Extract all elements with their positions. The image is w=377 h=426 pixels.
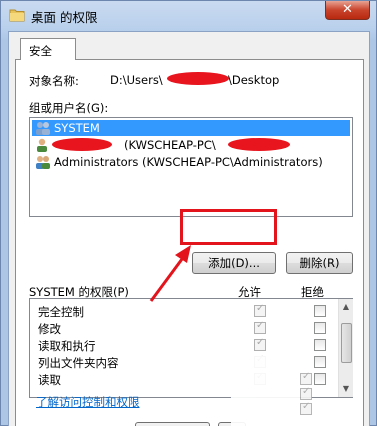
permission-row: 读取和执行 [30, 337, 336, 354]
add-button[interactable]: 添加(D)... [192, 252, 276, 274]
deny-checkbox[interactable] [314, 322, 326, 334]
deny-checkbox[interactable] [314, 305, 326, 317]
tab-security[interactable]: 安全 [20, 38, 76, 60]
permission-name: 读取和执行 [38, 339, 96, 353]
users-listbox[interactable]: SYSTEM (KWSCHEAP-PC\ Administrators (KWS… [29, 117, 353, 217]
allow-checkbox[interactable] [254, 320, 266, 334]
permissions-scrollbar[interactable]: ▲ ▼ [338, 299, 353, 397]
object-path-prefix: D:\Users\ [110, 73, 163, 87]
permissions-dialog: 桌面 的权限 ✕ 安全 对象名称: D:\Users\ \Desktop 组或用… [0, 0, 377, 426]
allow-checkbox [300, 401, 312, 415]
list-item-label: (KWSCHEAP-PC\ [124, 138, 216, 152]
deny-checkbox[interactable] [314, 339, 326, 351]
scrollbar-thumb[interactable] [341, 323, 352, 363]
user-group-icon [36, 156, 50, 169]
ok-button[interactable]: 确定 [135, 422, 210, 426]
user-icon [37, 138, 47, 152]
permission-name: 修改 [38, 322, 61, 336]
list-item-administrators[interactable]: Administrators (KWSCHEAP-PC\Administrato… [32, 154, 323, 170]
redaction-mark [52, 138, 112, 151]
allow-checkbox[interactable] [254, 337, 266, 351]
permission-name: 完全控制 [38, 305, 84, 319]
list-item-user[interactable]: (KWSCHEAP-PC\ [32, 137, 290, 153]
folder-icon [9, 9, 25, 22]
object-name-label: 对象名称: [29, 74, 79, 88]
object-path-suffix: \Desktop [228, 73, 280, 87]
groups-label: 组或用户名(G): [29, 101, 109, 115]
allow-checkbox [300, 371, 312, 385]
list-item-label: Administrators (KWSCHEAP-PC\Administrato… [54, 155, 323, 169]
annotation-arrow-icon [149, 245, 191, 302]
redaction-mark [167, 72, 229, 85]
redaction-mark [228, 138, 290, 151]
scroll-down-icon[interactable]: ▼ [341, 384, 351, 394]
allow-checkbox [300, 386, 312, 400]
allow-checkbox[interactable] [254, 303, 266, 317]
deny-checkbox[interactable] [314, 356, 326, 368]
list-item-system[interactable]: SYSTEM [32, 120, 350, 136]
scroll-up-icon[interactable]: ▲ [341, 302, 351, 312]
remove-button[interactable]: 删除(R) [286, 252, 353, 274]
window-title: 桌面 的权限 [31, 10, 98, 25]
permission-name: 列出文件夹内容 [38, 356, 119, 370]
permission-row: 修改 [30, 320, 336, 337]
learn-permissions-link[interactable]: 了解访问控制和权限 [36, 394, 140, 410]
close-button[interactable]: ✕ [325, 1, 370, 20]
deny-checkbox[interactable] [314, 373, 326, 385]
list-item-label: SYSTEM [54, 121, 100, 135]
title-bar[interactable]: 桌面 的权限 ✕ [1, 1, 376, 31]
background-window-overlay [231, 356, 312, 426]
user-group-icon [36, 122, 50, 135]
permission-name: 读取 [38, 373, 61, 387]
